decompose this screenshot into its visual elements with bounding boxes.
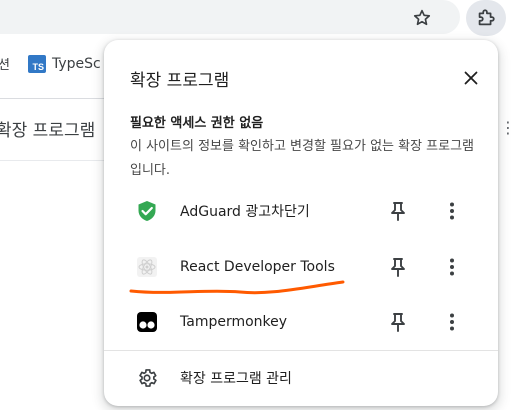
extension-name: React Developer Tools [180, 259, 335, 275]
typescript-icon: TS [28, 55, 46, 73]
pin-button[interactable] [384, 253, 412, 281]
more-vert-icon [450, 258, 454, 276]
manage-extensions-button[interactable]: 확장 프로그램 관리 [104, 358, 498, 398]
address-bar[interactable] [0, 0, 460, 34]
bookmark-fragment[interactable]: 션 [0, 54, 10, 73]
browser-window: 션 TS TypeSc 확장 프로그램 ⋮ 확장 프로그램 필요한 액세스 권한… [0, 0, 512, 410]
section-description: 이 사이트의 정보를 확인하고 변경할 필요가 없는 확장 프로그램입니다. [130, 139, 475, 178]
pin-icon [391, 313, 405, 332]
more-vert-icon [450, 202, 454, 220]
browser-toolbar [0, 0, 512, 36]
page-divider [0, 160, 110, 161]
react-devtools-icon [136, 256, 158, 278]
page-more-icon[interactable]: ⋮ [500, 118, 512, 137]
popup-title: 확장 프로그램 [130, 71, 230, 91]
page-divider [0, 98, 110, 99]
pin-icon [391, 202, 405, 221]
extension-row-adguard[interactable]: AdGuard 광고차단기 [104, 189, 498, 233]
more-options-button[interactable] [440, 197, 464, 225]
puzzle-icon [478, 9, 495, 26]
pin-button[interactable] [384, 197, 412, 225]
popup-divider [104, 350, 498, 351]
pin-button[interactable] [384, 308, 412, 336]
extension-name: AdGuard 광고차단기 [180, 204, 310, 220]
close-icon [464, 71, 478, 85]
extension-name: Tampermonkey [180, 314, 288, 330]
page-heading: 확장 프로그램 [0, 121, 96, 141]
pin-icon [391, 258, 405, 277]
gear-icon [136, 367, 158, 389]
bookmark-typescript[interactable]: TS TypeSc [28, 52, 101, 76]
bookmark-label: TypeSc [52, 56, 101, 72]
extension-row-tampermonkey[interactable]: Tampermonkey [104, 300, 498, 344]
more-vert-icon [450, 313, 454, 331]
section-heading: 필요한 액세스 권한 없음 [130, 116, 264, 131]
more-options-button[interactable] [440, 253, 464, 281]
tampermonkey-icon [136, 311, 158, 333]
bookmark-star-button[interactable] [408, 5, 436, 31]
extensions-button[interactable] [466, 0, 506, 36]
extensions-popup: 확장 프로그램 필요한 액세스 권한 없음 이 사이트의 정보를 확인하고 변경… [104, 40, 498, 406]
adguard-shield-icon [136, 200, 158, 222]
manage-extensions-label: 확장 프로그램 관리 [180, 371, 292, 387]
extension-row-react-developer-tools[interactable]: React Developer Tools [104, 245, 498, 289]
more-options-button[interactable] [440, 308, 464, 336]
star-icon [413, 9, 431, 26]
close-button[interactable] [458, 65, 484, 91]
